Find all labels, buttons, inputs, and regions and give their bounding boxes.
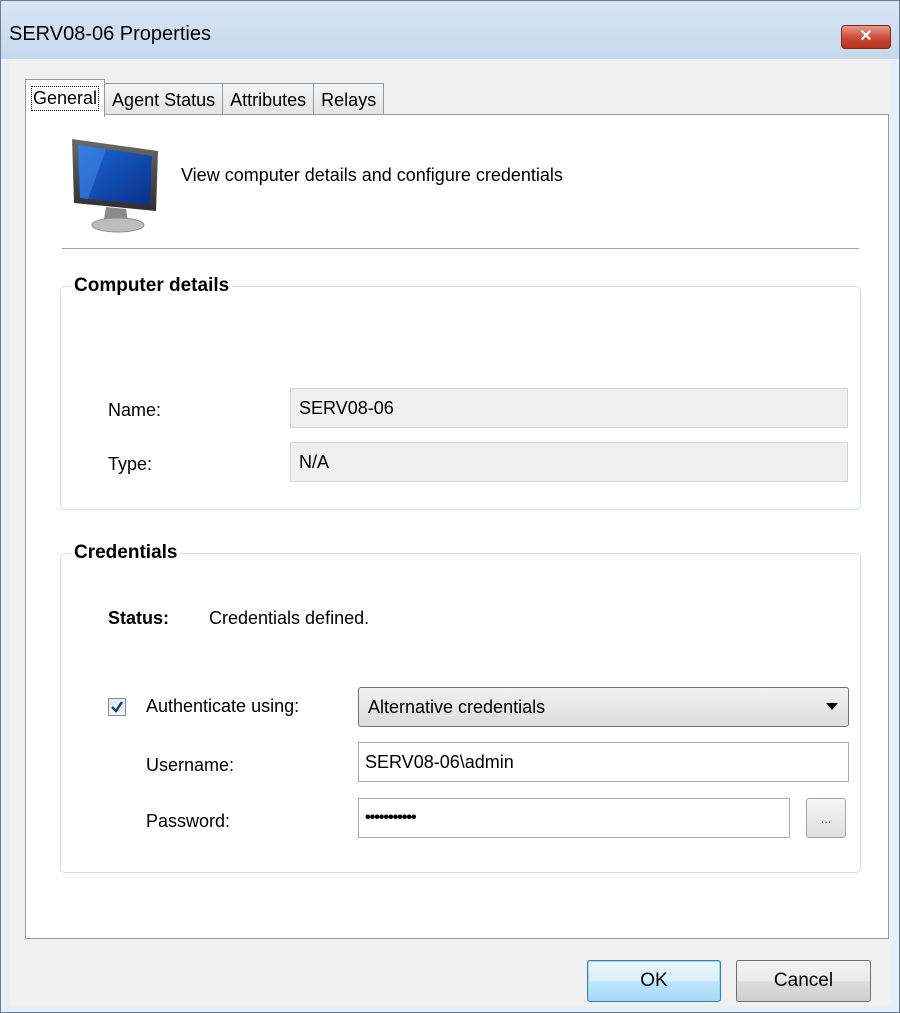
- password-browse-button[interactable]: ...: [806, 798, 846, 838]
- name-label: Name:: [108, 400, 162, 420]
- tab-agent-status-label: Agent Status: [112, 90, 216, 110]
- window-title: SERV08-06 Properties: [9, 23, 211, 45]
- status-label: Status:: [108, 608, 170, 628]
- type-value: N/A: [299, 451, 330, 472]
- password-input[interactable]: •••••••••••: [358, 798, 790, 838]
- tab-general-label: General: [30, 86, 100, 111]
- type-field: N/A: [290, 442, 848, 482]
- cancel-button-label: Cancel: [773, 970, 834, 991]
- tab-attributes-label: Attributes: [230, 90, 307, 110]
- tab-relays-label: Relays: [321, 90, 377, 110]
- authenticate-dropdown[interactable]: Alternative credentials: [358, 687, 849, 727]
- properties-dialog: SERV08-06 Properties ✕ General Agent Sta…: [0, 0, 900, 1013]
- password-value: •••••••••••: [365, 809, 417, 826]
- tab-agent-status[interactable]: Agent Status: [104, 83, 224, 117]
- header-description: View computer details and configure cred…: [181, 165, 563, 185]
- chevron-down-icon: [826, 703, 838, 710]
- ok-button[interactable]: OK: [587, 960, 721, 1002]
- tab-strip: General Agent Status Attributes Relays: [25, 79, 385, 117]
- ok-button-label: OK: [640, 970, 668, 991]
- authenticate-label[interactable]: Authenticate using:: [146, 696, 299, 717]
- general-tab-panel: View computer details and configure cred…: [25, 114, 889, 939]
- name-field: SERV08-06: [290, 388, 848, 428]
- credentials-title: Credentials: [74, 542, 178, 563]
- title-bar[interactable]: SERV08-06 Properties ✕: [1, 1, 899, 59]
- authenticate-checkbox[interactable]: [108, 698, 126, 716]
- tab-attributes[interactable]: Attributes: [222, 83, 315, 117]
- authenticate-dropdown-value: Alternative credentials: [368, 696, 546, 717]
- browse-label: ...: [820, 810, 832, 826]
- cancel-button[interactable]: Cancel: [736, 960, 871, 1002]
- computer-details-title: Computer details: [74, 275, 230, 296]
- username-input[interactable]: SERV08-06\admin: [358, 742, 849, 782]
- type-label: Type:: [108, 454, 153, 474]
- tab-relays[interactable]: Relays: [313, 83, 385, 117]
- username-value: SERV08-06\admin: [365, 751, 514, 772]
- tab-general[interactable]: General: [25, 79, 106, 117]
- close-button[interactable]: ✕: [841, 25, 891, 49]
- dialog-client-area: General Agent Status Attributes Relays V…: [9, 59, 891, 1006]
- header-divider: [62, 248, 859, 249]
- password-label: Password:: [146, 811, 231, 831]
- status-value: Credentials defined.: [209, 608, 370, 628]
- monitor-icon: [72, 139, 158, 233]
- checkmark-icon: [111, 701, 123, 713]
- username-label: Username:: [146, 755, 235, 775]
- close-icon: ✕: [859, 28, 873, 45]
- name-value: SERV08-06: [299, 397, 394, 418]
